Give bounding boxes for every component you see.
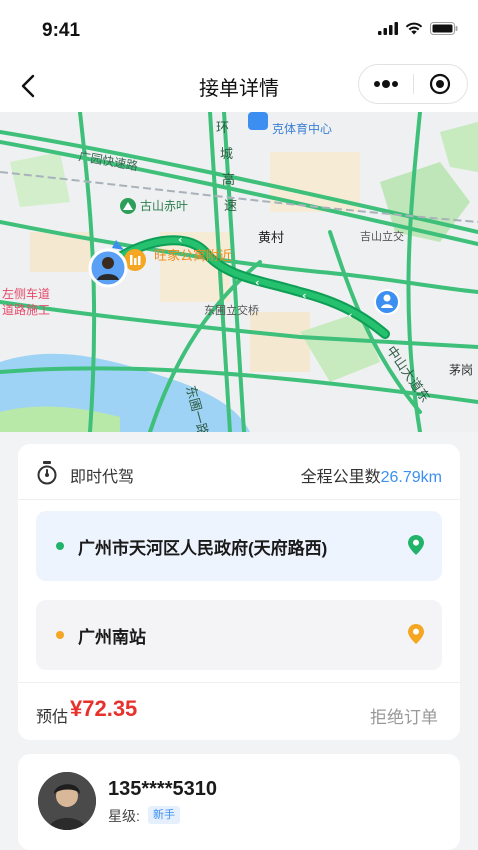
location-pin-orange-icon <box>408 624 424 644</box>
status-time: 9:41 <box>42 20 81 41</box>
battery-icon <box>430 22 458 35</box>
map-label-left-lane: 左侧车道 <box>2 286 50 301</box>
more-dots-icon <box>373 80 398 88</box>
mini-program-capsule <box>358 64 468 104</box>
svg-text:‹: ‹ <box>178 233 183 246</box>
status-icons <box>378 22 458 35</box>
map-label-wangjia: 旺家公寓附近 <box>154 248 232 264</box>
pickup-address-row[interactable]: 广州市天河区人民政府(天府路西) <box>36 511 442 581</box>
distance-value: 26.79km <box>380 469 442 486</box>
dropoff-dot <box>56 631 64 639</box>
destination-marker-icon[interactable] <box>374 289 400 315</box>
svg-text:‹: ‹ <box>348 309 353 322</box>
route-map[interactable]: ‹ ‹ ‹ ‹ 广园快速路 黄村 吉山立交 东圃立交桥 古山赤叶 克体育中心 茅… <box>0 112 478 432</box>
avatar <box>38 772 96 830</box>
distance-label: 全程公里数 <box>300 469 381 486</box>
pickup-address: 广州市天河区人民政府(天府路西) <box>78 539 328 558</box>
map-label-jishan: 吉山立交 <box>360 229 404 243</box>
svg-text:‹: ‹ <box>302 289 307 302</box>
svg-text:‹: ‹ <box>255 276 260 289</box>
total-distance: 全程公里数26.79km <box>301 463 442 487</box>
map-label-huangcun: 黄村 <box>258 231 284 246</box>
reject-order-button[interactable]: 拒绝订单 <box>370 703 438 728</box>
estimate-price: ¥72.35 <box>70 696 138 721</box>
pickup-dot <box>56 542 64 550</box>
level-label: 星级: <box>108 808 140 824</box>
order-footer: 预估 ¥72.35 拒绝订单 <box>18 682 460 740</box>
sports-poi-icon <box>248 112 268 130</box>
map-label-road-work: 道路施工 <box>2 302 50 317</box>
dropoff-address: 广州南站 <box>78 628 146 647</box>
map-label-maogang: 茅岗 <box>449 363 473 377</box>
status-bar: 9:41 <box>0 0 478 60</box>
signal-icon <box>378 22 398 35</box>
map-label-sports: 克体育中心 <box>272 121 332 136</box>
more-button[interactable] <box>359 64 413 104</box>
customer-phone: 135****5310 <box>108 778 217 800</box>
map-canvas: ‹ ‹ ‹ ‹ 广园快速路 黄村 吉山立交 东圃立交桥 古山赤叶 克体育中心 茅… <box>0 112 478 432</box>
estimate-label: 预估 <box>36 709 69 726</box>
customer-card: 135****5310 星级: 新手 <box>18 754 460 850</box>
order-header: 即时代驾 全程公里数26.79km <box>18 444 460 500</box>
wifi-icon <box>405 22 423 35</box>
order-type: 即时代驾 <box>70 469 135 486</box>
order-card: 即时代驾 全程公里数26.79km 广州市天河区人民政府(天府路西) 广州南站 … <box>18 444 460 740</box>
timer-icon <box>37 461 57 485</box>
map-label-gushan: 古山赤叶 <box>140 198 188 213</box>
dropoff-address-row[interactable]: 广州南站 <box>36 600 442 670</box>
level-badge: 新手 <box>148 806 180 824</box>
close-program-button[interactable] <box>413 64 467 104</box>
target-icon <box>430 73 451 95</box>
location-pin-green-icon <box>408 535 424 555</box>
nav-bar: 接单详情 <box>0 60 478 112</box>
map-label-donpu: 东圃立交桥 <box>204 303 259 317</box>
